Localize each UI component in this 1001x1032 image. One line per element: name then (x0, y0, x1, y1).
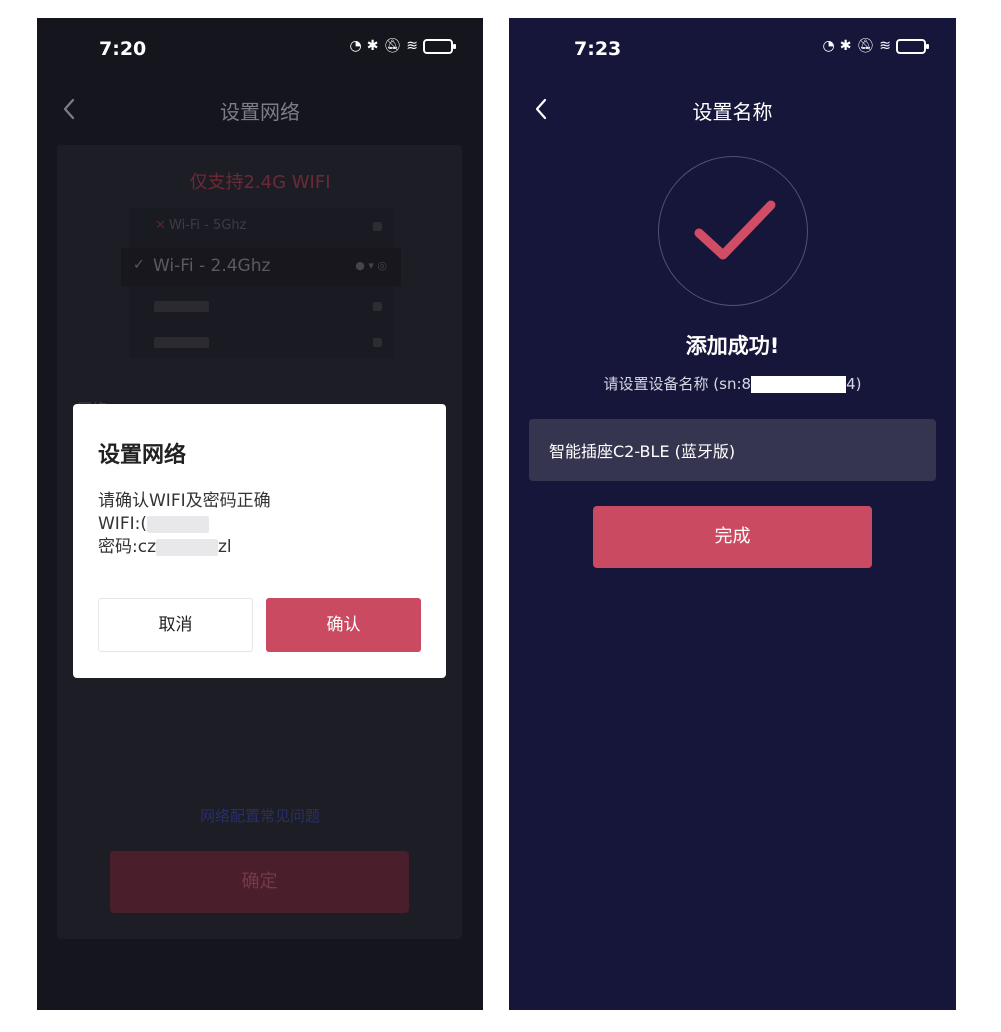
status-bar: 7:20 ◔ ✱ 🔕︎ ≋ (37, 18, 483, 76)
mute-icon: 🔕︎ (383, 38, 402, 54)
cancel-button[interactable]: 取消 (98, 598, 253, 652)
subtitle-prefix: 请设置设备名称 (sn:8 (603, 375, 752, 393)
ok-button[interactable]: 确认 (266, 598, 421, 652)
wifi-row-placeholder (129, 288, 394, 324)
page-title: 设置名称 (692, 100, 773, 124)
success-title: 添加成功! (685, 334, 780, 358)
bluetooth-icon: ✱ (839, 38, 852, 54)
wifi-row-placeholder (129, 324, 394, 360)
wifi-5g-label: Wi-Fi - 5Ghz (169, 218, 247, 233)
speed-icon: ◔ (822, 38, 835, 54)
dialog-text: 请确认WIFI及密码正确 (98, 491, 271, 511)
wifi-icon: ≋ (879, 38, 891, 54)
phone-right-screen: 7:23 ◔ ✱ 🔕︎ ≋ 设置名称 添加成功! 请设置设备名称 (sn:8 4)… (509, 18, 956, 1010)
lock-icon (373, 338, 382, 347)
placeholder-bar (154, 337, 209, 348)
done-button[interactable]: 完成 (593, 506, 872, 568)
dialog-password: 密码:cz zl (98, 536, 271, 559)
check-icon (694, 200, 776, 260)
signal-icons: ● ▾ ◎ (355, 259, 387, 272)
wifi-row-5g: ✕ Wi-Fi - 5Ghz (129, 208, 394, 244)
device-name-input[interactable] (529, 419, 936, 481)
lock-icon (373, 222, 382, 231)
lock-icon (373, 302, 382, 311)
battery-icon (896, 38, 929, 54)
status-icons: ◔ ✱ 🔕︎ ≋ (822, 38, 929, 54)
success-subtitle: 请设置设备名称 (sn:8 4) (509, 373, 956, 394)
x-icon: ✕ (155, 218, 166, 233)
password-suffix: zl (218, 537, 232, 557)
wifi-24g-label: Wi-Fi - 2.4Ghz (153, 256, 271, 276)
wifi-notice: 仅支持2.4G WIFI (189, 172, 331, 193)
dialog-title: 设置网络 (98, 443, 187, 468)
dialog-message: 请确认WIFI及密码正确 WIFI:( 密码:cz zl (98, 490, 271, 559)
status-time: 7:23 (574, 38, 622, 60)
redacted-password (156, 538, 218, 556)
check-small-icon: ✓ (133, 257, 145, 273)
dialog-wifi: WIFI:( (98, 513, 271, 536)
confirm-dialog: 设置网络 请确认WIFI及密码正确 WIFI:( 密码:cz zl 取消 确认 (73, 404, 446, 678)
status-icons: ◔ ✱ 🔕︎ ≋ (349, 38, 456, 54)
bluetooth-icon: ✱ (366, 38, 379, 54)
navbar: 设置名称 (509, 88, 956, 128)
mute-icon: 🔕︎ (856, 38, 875, 54)
wifi-row-24g: ✓ Wi-Fi - 2.4Ghz ● ▾ ◎ (121, 248, 401, 286)
placeholder-bar (154, 301, 209, 312)
navbar: 设置网络 (37, 88, 483, 128)
redacted-sn (751, 376, 847, 393)
faq-link[interactable]: 网络配置常见问题 (37, 805, 483, 826)
password-prefix: 密码:cz (98, 537, 156, 557)
redacted-wifi (146, 515, 209, 533)
success-circle (658, 156, 808, 306)
wifi-icon: ≋ (406, 38, 418, 54)
confirm-button[interactable]: 确定 (110, 851, 409, 913)
page-title: 设置网络 (220, 100, 300, 124)
wifi-prefix: WIFI:( (98, 514, 147, 534)
status-time: 7:20 (99, 38, 147, 60)
status-bar: 7:23 ◔ ✱ 🔕︎ ≋ (509, 18, 956, 76)
subtitle-suffix: 4) (846, 375, 862, 393)
speed-icon: ◔ (349, 38, 362, 54)
wifi-illustration: ✕ Wi-Fi - 5Ghz ✓ Wi-Fi - 2.4Ghz ● ▾ ◎ (121, 208, 401, 360)
battery-icon (423, 38, 456, 54)
phone-left-screen: 7:20 ◔ ✱ 🔕︎ ≋ 设置网络 仅支持2.4G WIFI ✕ Wi-Fi … (37, 18, 483, 1010)
